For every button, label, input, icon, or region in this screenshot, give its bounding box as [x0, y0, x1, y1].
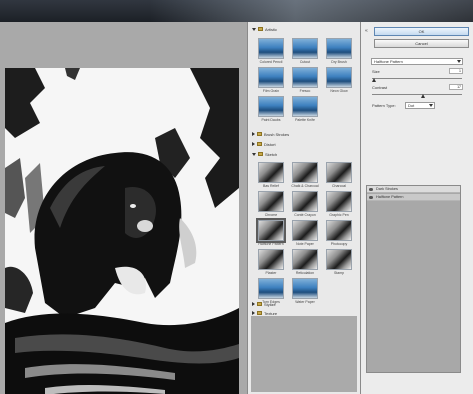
filter-thumb[interactable] — [326, 38, 352, 59]
folder-icon — [257, 302, 262, 306]
layer-label: Dark Strokes — [376, 187, 398, 191]
filter-thumb[interactable] — [292, 278, 318, 299]
filter-thumb[interactable] — [292, 162, 318, 183]
size-field[interactable]: 1 — [449, 68, 463, 74]
filter-gallery[interactable]: Artistic Colored Pencil Cutout Dry Brush… — [247, 22, 361, 394]
filter-label: Charcoal — [331, 184, 346, 188]
filter-thumb[interactable] — [292, 38, 318, 59]
expand-arrow-icon — [252, 142, 255, 146]
preview-image[interactable] — [5, 68, 239, 394]
filter-label: Reticulation — [295, 271, 315, 275]
ok-button[interactable]: OK — [374, 27, 469, 36]
filter-label: Photocopy — [330, 242, 348, 246]
folder-sketch[interactable]: Sketch — [250, 150, 277, 158]
contrast-label: Contrast — [372, 85, 388, 90]
pattern-type-select[interactable]: Dot — [405, 102, 435, 109]
filter-thumb[interactable] — [258, 191, 284, 212]
eye-icon[interactable] — [369, 196, 373, 199]
filter-thumb[interactable] — [326, 162, 352, 183]
eye-icon[interactable] — [369, 188, 373, 191]
pattern-type-value: Dot — [408, 103, 415, 108]
folder-icon — [257, 311, 262, 315]
title-bar — [0, 0, 473, 22]
filter-label: Chalk & Charcoal — [291, 184, 319, 188]
filter-thumb[interactable] — [292, 191, 318, 212]
collapse-gallery-icon[interactable]: « — [365, 28, 368, 34]
filter-thumb[interactable] — [292, 96, 318, 117]
effect-layer[interactable]: Dark Strokes — [367, 186, 460, 193]
contrast-slider-handle[interactable] — [421, 94, 425, 98]
chevron-down-icon — [457, 60, 461, 63]
contrast-slider[interactable] — [372, 94, 462, 95]
size-slider[interactable] — [372, 78, 462, 79]
expand-arrow-icon — [252, 311, 255, 315]
filter-thumb[interactable] — [258, 249, 284, 270]
filter-thumb[interactable] — [258, 96, 284, 117]
filter-label: Film Grain — [262, 89, 280, 93]
filter-thumb[interactable] — [292, 67, 318, 88]
folder-icon — [257, 132, 262, 136]
folder-distort[interactable]: Distort — [250, 140, 276, 148]
effect-layers-panel: Dark Strokes Halftone Pattern — [366, 185, 461, 373]
filter-label: Palette Knife — [295, 118, 315, 122]
folder-stylize[interactable]: Stylize — [250, 300, 276, 308]
folder-label: Distort — [264, 141, 276, 147]
filter-thumb[interactable] — [326, 191, 352, 212]
folder-label: Artistic — [265, 26, 277, 32]
size-label: Size — [372, 69, 380, 74]
filter-thumb[interactable] — [326, 249, 352, 270]
filter-label: Cutout — [299, 60, 311, 64]
folder-label: Stylize — [264, 301, 276, 307]
expand-arrow-icon — [252, 302, 255, 306]
folder-label: Brush Strokes — [264, 131, 290, 137]
filter-label: Stamp — [333, 271, 345, 275]
expand-arrow-icon — [252, 152, 256, 156]
filter-label: Bas Relief — [263, 184, 279, 188]
filter-label: Colored Pencil — [259, 60, 283, 64]
folder-label: Sketch — [265, 151, 278, 157]
filter-thumb[interactable] — [292, 220, 318, 241]
bear-photo-halftone — [5, 68, 239, 394]
folder-artistic[interactable]: Artistic — [250, 25, 277, 33]
filter-label: Paint Daubs — [261, 118, 281, 122]
folder-brush-strokes[interactable]: Brush Strokes — [250, 130, 289, 138]
filter-thumb[interactable] — [258, 162, 284, 183]
effect-layer-selected[interactable]: Halftone Pattern — [367, 194, 460, 201]
title-bar-gloss — [150, 0, 473, 22]
filter-label: Dry Brush — [331, 60, 347, 64]
contrast-field[interactable]: 17 — [449, 84, 463, 90]
filter-label: Chrome — [264, 213, 278, 217]
filter-label: Note Paper — [296, 242, 314, 246]
preview-pane — [0, 22, 247, 394]
filter-select[interactable]: Halftone Pattern — [371, 58, 463, 65]
filter-label: Plaster — [265, 271, 277, 275]
filter-thumb-selected[interactable] — [256, 218, 286, 243]
filter-thumb[interactable] — [326, 67, 352, 88]
filter-label: Fresco — [299, 89, 311, 93]
folder-icon — [258, 27, 263, 31]
layer-label: Halftone Pattern — [376, 195, 404, 199]
filter-thumb[interactable] — [258, 67, 284, 88]
expand-arrow-icon — [252, 27, 256, 31]
chevron-down-icon — [429, 104, 433, 107]
folder-label: Texture — [264, 310, 278, 316]
filter-thumb[interactable] — [326, 220, 352, 241]
filter-thumb[interactable] — [292, 249, 318, 270]
filter-label: Halftone Pattern — [258, 242, 284, 246]
filter-thumb[interactable] — [258, 278, 284, 299]
filter-label: Neon Glow — [330, 89, 348, 93]
filter-select-value: Halftone Pattern — [374, 59, 403, 64]
pattern-type-label: Pattern Type: — [372, 103, 396, 108]
folder-icon — [257, 142, 262, 146]
filter-label: Conté Crayon — [294, 213, 316, 217]
cancel-button[interactable]: Cancel — [374, 39, 469, 48]
filter-thumb[interactable] — [258, 38, 284, 59]
size-slider-handle[interactable] — [372, 78, 376, 82]
folder-icon — [258, 152, 263, 156]
gallery-empty-area — [251, 316, 357, 392]
filter-label: Water Paper — [295, 300, 315, 304]
filter-label: Graphic Pen — [329, 213, 349, 217]
expand-arrow-icon — [252, 132, 255, 136]
